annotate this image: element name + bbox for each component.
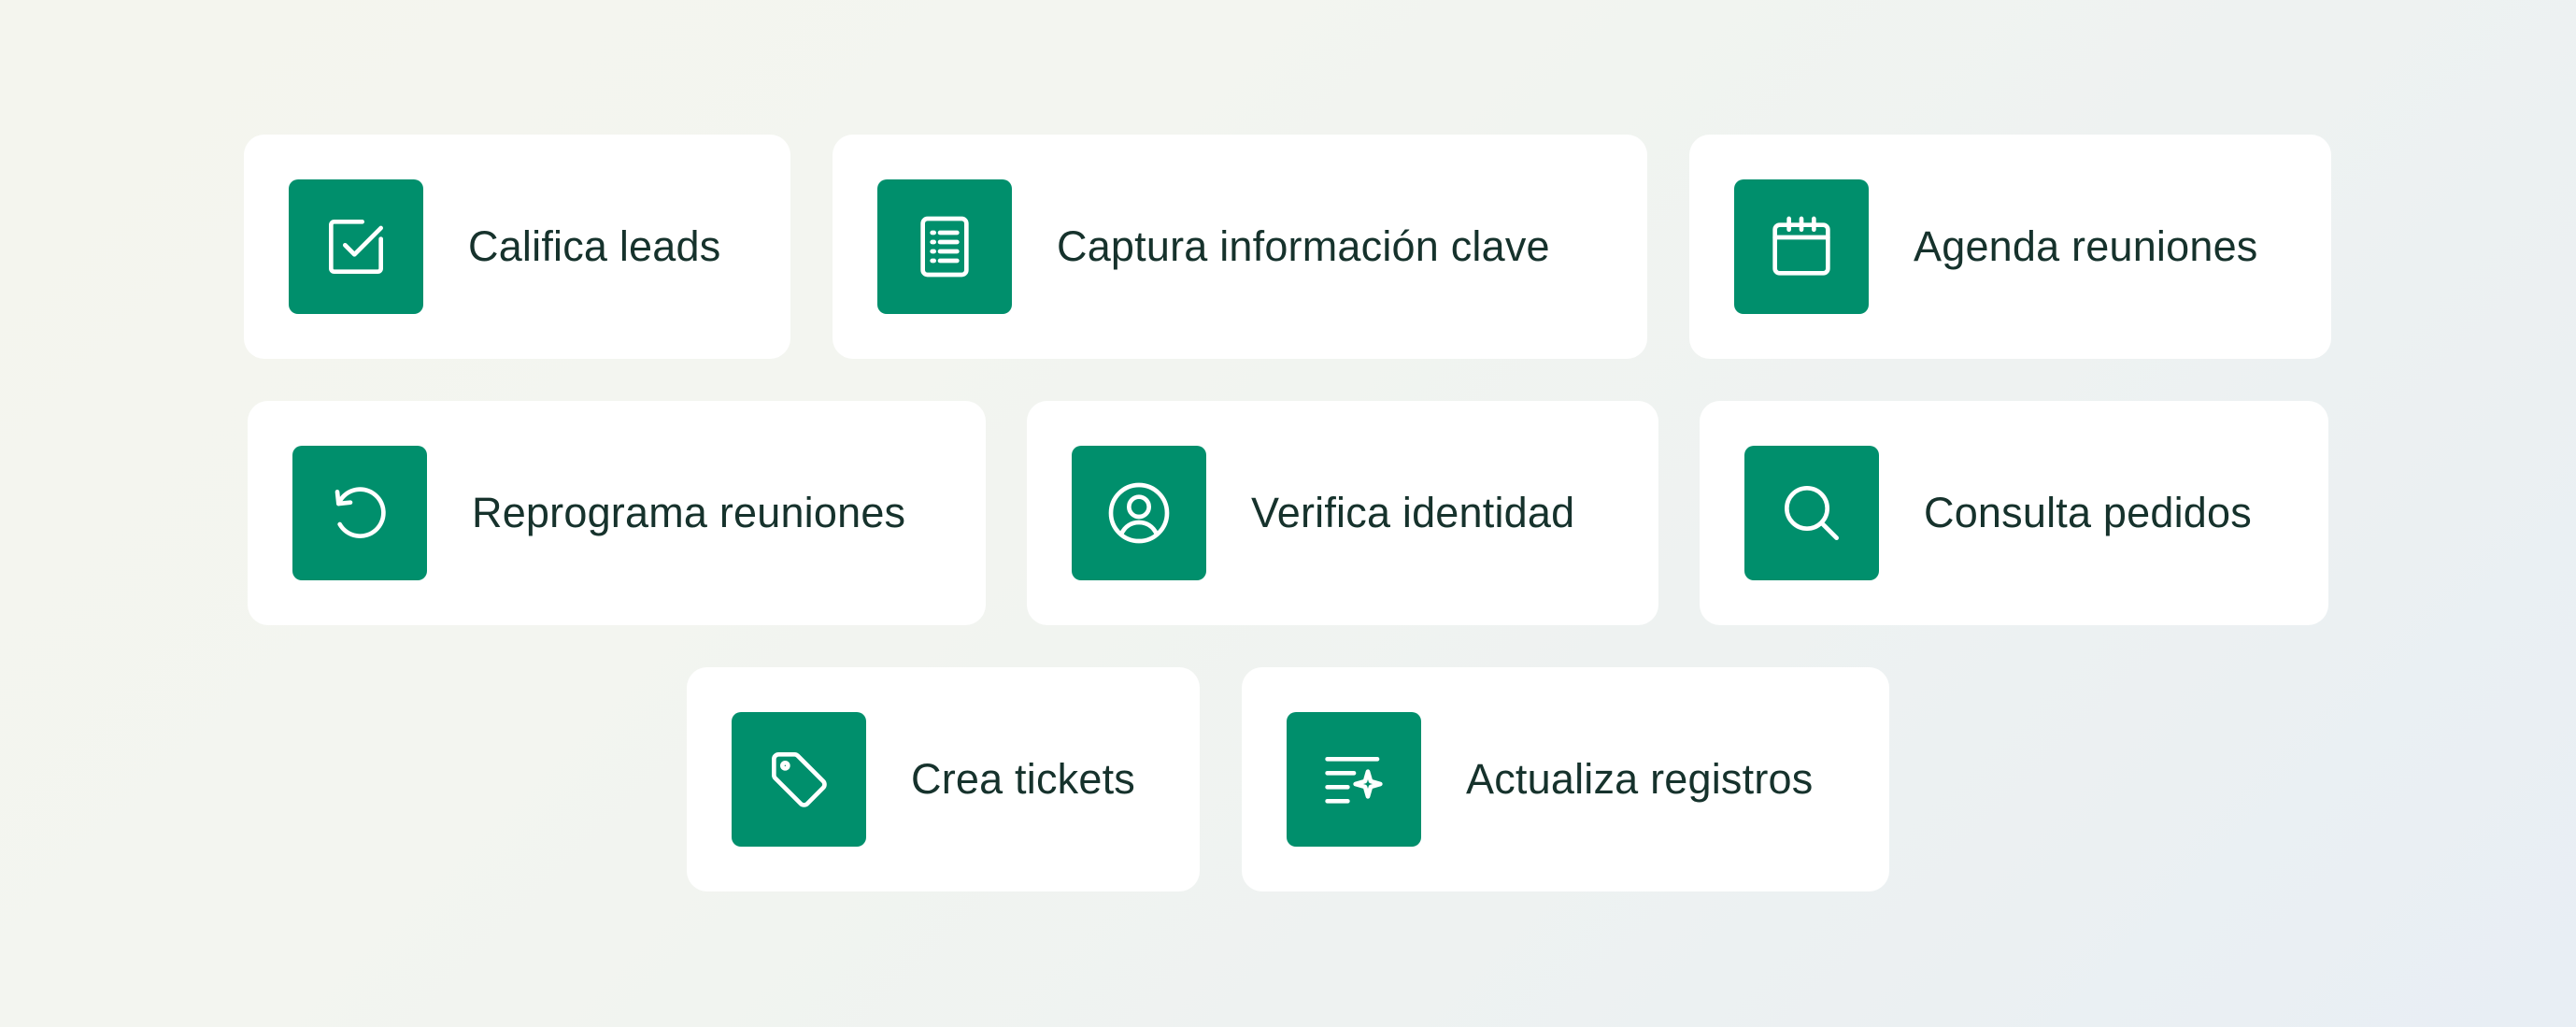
tag-icon [732,712,866,847]
calendar-icon [1734,179,1869,314]
card-label: Reprograma reuniones [472,489,906,536]
card-label: Califica leads [468,222,721,270]
card-agenda-reuniones: Agenda reuniones [1689,135,2331,359]
card-label: Agenda reuniones [1914,222,2258,270]
card-actualiza-registros: Actualiza registros [1242,667,1889,891]
card-califica-leads: Califica leads [244,135,790,359]
user-circle-icon [1072,446,1206,580]
sparkle-lines-icon [1287,712,1421,847]
card-label: Actualiza registros [1466,755,1814,803]
card-verifica-identidad: Verifica identidad [1027,401,1658,625]
card-label: Captura información clave [1057,222,1550,270]
search-icon [1744,446,1879,580]
card-captura-informacion: Captura información clave [833,135,1647,359]
card-label: Verifica identidad [1251,489,1575,536]
card-label: Consulta pedidos [1924,489,2252,536]
refresh-icon [292,446,427,580]
card-label: Crea tickets [911,755,1135,803]
card-consulta-pedidos: Consulta pedidos [1700,401,2328,625]
card-reprograma-reuniones: Reprograma reuniones [248,401,986,625]
document-list-icon [877,179,1012,314]
card-crea-tickets: Crea tickets [687,667,1200,891]
checkbox-icon [289,179,423,314]
